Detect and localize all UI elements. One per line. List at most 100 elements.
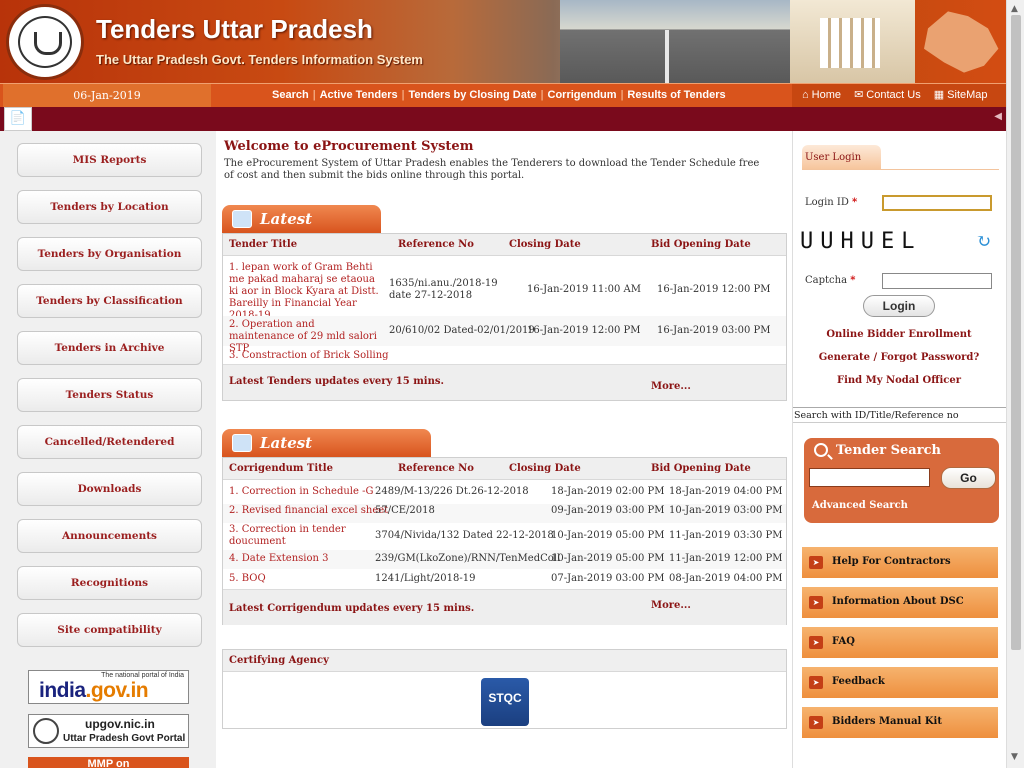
- feedback-link[interactable]: ➤ Feedback: [802, 667, 998, 707]
- certifying-agency-header: Certifying Agency: [223, 650, 786, 672]
- corrigendum-closing-date: 10-Jan-2019 05:00 PM: [551, 530, 665, 541]
- nav-home-label: Home: [811, 89, 841, 101]
- tenders-more-link[interactable]: More...: [651, 381, 691, 392]
- advanced-search-link[interactable]: Advanced Search: [812, 500, 908, 511]
- table-row: 1. Correction in Schedule -G 2489/M-13/2…: [223, 486, 786, 504]
- tender-title-link[interactable]: 1. lepan work of Gram Behti me pakad mah…: [229, 262, 381, 322]
- sidebar-item-mis-reports[interactable]: MIS Reports: [17, 143, 202, 177]
- main-nav-links: Search | Active Tenders | Tenders by Closing…: [272, 89, 726, 101]
- table-row: 1. lepan work of Gram Behti me pakad mah…: [223, 262, 786, 321]
- tenders-update-note: Latest Tenders updates every 15 mins.: [229, 376, 444, 387]
- tender-search-title-text: Tender Search: [836, 443, 941, 458]
- tender-search-go-button[interactable]: Go: [941, 467, 996, 489]
- corrigendum-more-link[interactable]: More...: [651, 600, 691, 611]
- sidebar-item-tenders-by-location[interactable]: Tenders by Location: [17, 190, 202, 224]
- nav-search-link[interactable]: Search: [272, 89, 309, 101]
- arrow-right-icon: ➤: [809, 596, 823, 609]
- help-item-label: Information About DSC: [832, 596, 964, 607]
- online-bidder-enrollment-link[interactable]: Online Bidder Enrollment: [793, 329, 1005, 340]
- mmp-banner[interactable]: MMP on: [28, 757, 189, 768]
- nav-home-link[interactable]: ⌂ Home: [802, 89, 841, 101]
- information-about-dsc-link[interactable]: ➤ Information About DSC: [802, 587, 998, 627]
- nav-sitemap-label: SiteMap: [947, 89, 988, 101]
- table-row: 3. Correction in tender doucument 3704/N…: [223, 524, 786, 550]
- corrigendum-title-link[interactable]: 2. Revised financial excel sheet: [229, 505, 388, 516]
- india-portal-logo-a: india: [39, 679, 86, 702]
- site-subtitle: The Uttar Pradesh Govt. Tenders Informat…: [96, 52, 423, 67]
- india-portal-logo-text: india.gov.in: [39, 679, 149, 703]
- generate-forgot-password-link[interactable]: Generate / Forgot Password?: [793, 352, 1005, 363]
- find-nodal-officer-link[interactable]: Find My Nodal Officer: [793, 375, 1005, 386]
- corrigendum-closing-date: 07-Jan-2019 03:00 PM: [551, 573, 665, 584]
- up-seal-icon: [33, 718, 59, 744]
- help-item-label: Help For Contractors: [832, 556, 951, 567]
- tender-closing-date: 16-Jan-2019 12:00 PM: [527, 325, 641, 336]
- page-scrollbar[interactable]: ▲ ▼: [1006, 0, 1024, 768]
- corrigendum-title-link[interactable]: 3. Correction in tender doucument: [229, 524, 347, 548]
- arrow-right-icon: ➤: [809, 636, 823, 649]
- site-title: Tenders Uttar Pradesh: [96, 14, 373, 44]
- refresh-captcha-icon[interactable]: ↻: [976, 233, 991, 251]
- document-icon[interactable]: 📄: [4, 107, 32, 131]
- tender-search-box: Tender Search Go Advanced Search: [804, 438, 999, 523]
- bidders-manual-kit-link[interactable]: ➤ Bidders Manual Kit: [802, 707, 998, 747]
- tender-opening-date: 16-Jan-2019 12:00 PM: [657, 284, 771, 295]
- table-row: 5. BOQ 1241/Light/2018-19 07-Jan-2019 03…: [223, 570, 786, 588]
- india-gov-portal-link[interactable]: The national portal of India india.gov.i…: [28, 670, 189, 704]
- corrigendum-title-link[interactable]: 4. Date Extension 3: [229, 553, 328, 564]
- nav-contact-link[interactable]: ✉ Contact Us: [854, 89, 921, 101]
- captcha-label: Captcha *: [805, 275, 855, 286]
- corrigendum-reference: 239/GM(LkoZone)/RNN/TenMedColl: [375, 553, 561, 564]
- sidebar-item-recognitions[interactable]: Recognitions: [17, 566, 202, 600]
- latest-tenders-footer: Latest Tenders updates every 15 mins. Mo…: [223, 364, 786, 400]
- corrigendum-title-link[interactable]: 5. BOQ: [229, 573, 266, 584]
- tender-closing-date: 16-Jan-2019 11:00 AM: [527, 284, 641, 295]
- site-header: Tenders Uttar Pradesh The Uttar Pradesh …: [0, 0, 1006, 83]
- sidebar-item-downloads[interactable]: Downloads: [17, 472, 202, 506]
- sitemap-icon: ▦: [933, 89, 945, 101]
- sidebar-item-tenders-in-archive[interactable]: Tenders in Archive: [17, 331, 202, 365]
- table-row: 3. Constraction of Brick Solling: [223, 348, 786, 364]
- login-id-input[interactable]: [882, 195, 992, 211]
- captcha-label-text: Captcha: [805, 275, 848, 286]
- faq-link[interactable]: ➤ FAQ: [802, 627, 998, 667]
- upgov-portal-link[interactable]: upgov.nic.in Uttar Pradesh Govt Portal: [28, 714, 189, 748]
- sidebar-item-announcements[interactable]: Announcements: [17, 519, 202, 553]
- help-item-label: Feedback: [832, 676, 885, 687]
- nav-sitemap-link[interactable]: ▦ SiteMap: [934, 89, 988, 101]
- corrigendum-reference: 3704/Nivida/132 Dated 22-12-2018: [375, 530, 554, 541]
- col-reference-no: Reference No: [398, 463, 474, 474]
- sidebar-item-tenders-by-classification[interactable]: Tenders by Classification: [17, 284, 202, 318]
- login-button[interactable]: Login: [863, 295, 935, 317]
- nav-closing-date-link[interactable]: Tenders by Closing Date: [408, 89, 536, 101]
- help-for-contractors-link[interactable]: ➤ Help For Contractors: [802, 547, 998, 587]
- corrigendum-title-link[interactable]: 1. Correction in Schedule -G: [229, 486, 373, 497]
- sidebar-item-cancelled-retendered[interactable]: Cancelled/Retendered: [17, 425, 202, 459]
- scrollbar-thumb[interactable]: [1011, 15, 1021, 650]
- tender-search-input[interactable]: [809, 468, 930, 487]
- top-nav-bar: 06-Jan-2019 Search | Active Tenders | Tender…: [0, 83, 1006, 107]
- nav-corrigendum-link[interactable]: Corrigendum: [548, 89, 617, 101]
- corrigendum-opening-date: 18-Jan-2019 04:00 PM: [669, 486, 783, 497]
- corrigendum-reference: 1241/Light/2018-19: [375, 573, 476, 584]
- right-sidebar: User Login Login ID * UUHUEL ↻ Captcha *…: [792, 131, 1007, 768]
- table-row: 2. Operation and maintenance of 29 mld s…: [223, 316, 786, 354]
- col-tender-title: Tender Title: [229, 239, 298, 250]
- sidebar-item-site-compatibility[interactable]: Site compatibility: [17, 613, 202, 647]
- sidebar-item-tenders-status[interactable]: Tenders Status: [17, 378, 202, 412]
- scroll-down-arrow-icon[interactable]: ▼: [1011, 752, 1018, 762]
- upgov-caption: Uttar Pradesh Govt Portal: [63, 733, 186, 744]
- table-header: Tender Title Reference No Closing Date B…: [223, 234, 786, 256]
- tender-title-link[interactable]: 3. Constraction of Brick Solling: [229, 350, 389, 361]
- india-portal-caption: The national portal of India: [101, 672, 184, 679]
- stqc-logo[interactable]: STQC: [481, 678, 529, 726]
- arrow-right-icon: ➤: [809, 556, 823, 569]
- scroll-up-arrow-icon[interactable]: ▲: [1011, 4, 1018, 14]
- corrigendum-opening-date: 11-Jan-2019 03:30 PM: [669, 530, 783, 541]
- nav-results-link[interactable]: Results of Tenders: [627, 89, 725, 101]
- sidebar-item-tenders-by-organisation[interactable]: Tenders by Organisation: [17, 237, 202, 271]
- nav-contact-label: Contact Us: [866, 89, 921, 101]
- nav-active-tenders-link[interactable]: Active Tenders: [320, 89, 398, 101]
- captcha-input[interactable]: [882, 273, 992, 289]
- latest-corrigendums-footer: Latest Corrigendum updates every 15 mins…: [223, 589, 786, 625]
